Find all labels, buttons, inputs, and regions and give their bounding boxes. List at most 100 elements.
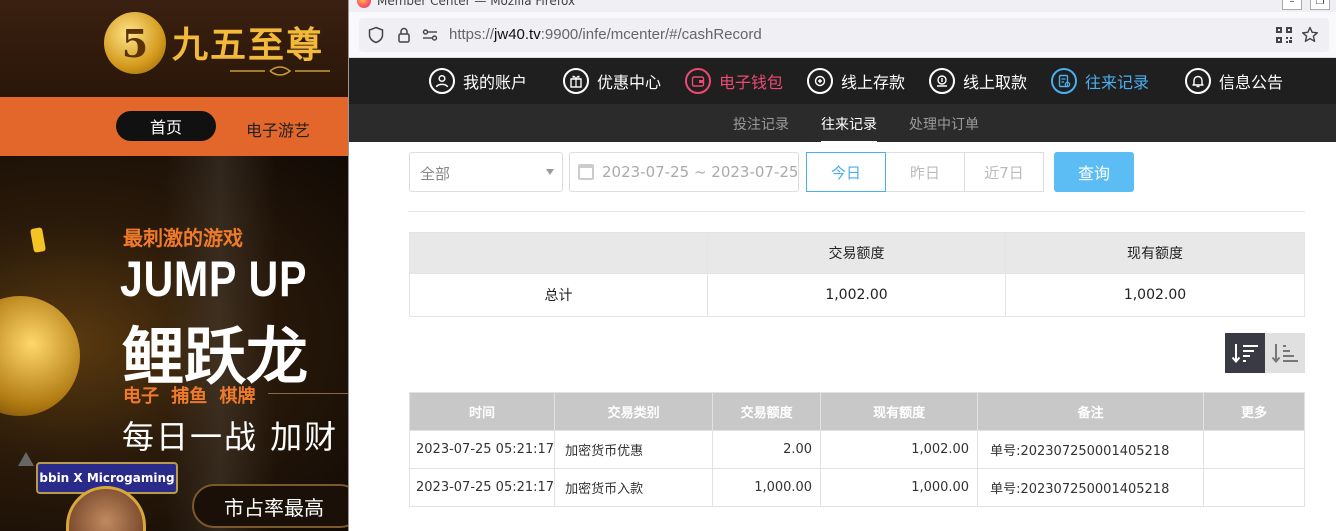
gift-icon (563, 68, 589, 94)
lock-icon[interactable] (395, 26, 413, 44)
chevron-down-icon (546, 169, 554, 175)
quick-today-button[interactable]: 今日 (806, 152, 886, 192)
quick-yesterday-button[interactable]: 昨日 (885, 152, 965, 192)
window-titlebar[interactable]: Member Center — Mozilla Firefox – ❐ (349, 0, 1336, 12)
col-header-more[interactable]: 更多 (1203, 392, 1305, 431)
cell-time: 2023-07-25 05:21:17 (408, 430, 556, 469)
cell-balance: 1,000.00 (820, 468, 979, 507)
nav-promotions[interactable]: 优惠中心 (563, 66, 661, 96)
cell-more[interactable] (1203, 468, 1305, 507)
url-text[interactable]: https://jw40.tv:9900/infe/mcenter/#/cash… (449, 26, 762, 43)
nav-online-withdraw[interactable]: 线上取款 (929, 66, 1027, 96)
records-subnav: 投注记录 往来记录 处理中订单 (349, 104, 1336, 143)
bg-logo-ornament (230, 66, 330, 76)
deposit-icon (807, 68, 833, 94)
col-header-type[interactable]: 交易类别 (554, 392, 714, 431)
quick-7days-button[interactable]: 近7日 (964, 152, 1044, 192)
banner-tag: 最刺激的游戏 (123, 226, 243, 250)
summary-total-label: 总计 (409, 273, 708, 317)
firefox-logo-icon (357, 0, 371, 8)
cell-more[interactable] (1203, 430, 1305, 469)
nav-my-account[interactable]: 我的账户 (429, 66, 527, 96)
firefox-window: Member Center — Mozilla Firefox – ❐ http… (348, 0, 1336, 531)
nav-label: 线上取款 (963, 73, 1028, 92)
banner-categories: 电子 捕鱼 棋牌 (123, 386, 256, 407)
type-select-value: 全部 (420, 165, 451, 183)
transaction-records-table: 时间 交易类别 交易额度 现有额度 备注 更多 2023-07-25 05:21… (408, 392, 1305, 507)
summary-total-amount: 1,002.00 (707, 273, 1006, 317)
summary-header-blank (409, 232, 708, 274)
bg-promo-banner[interactable]: 最刺激的游戏 JUMP UP 鲤跃龙 电子 捕鱼 棋牌 每日一战 加财 bbin… (0, 156, 348, 531)
nav-label: 信息公告 (1219, 73, 1284, 92)
sort-ascending-button[interactable] (1265, 333, 1305, 373)
cell-type: 加密货币优惠 (554, 430, 714, 469)
sort-desc-icon (1231, 344, 1258, 364)
banner-title-en: JUMP UP (120, 251, 308, 307)
cell-note: 单号:202307250001405218 (977, 468, 1205, 507)
url-prefix: https:// (449, 26, 495, 43)
date-range-input[interactable]: 2023-07-25 ~ 2023-07-25 (569, 152, 799, 192)
nav-label: 线上存款 (841, 73, 906, 92)
cell-amount: 2.00 (712, 430, 822, 469)
bg-logo-mark[interactable]: 5 (104, 12, 166, 74)
window-title: Member Center — Mozilla Firefox (377, 0, 576, 8)
maximize-button[interactable]: ❐ (1310, 0, 1330, 10)
type-select[interactable]: 全部 (409, 152, 563, 192)
banner-cta[interactable]: 市占率最高 (192, 484, 348, 528)
url-domain: jw40.tv (494, 26, 541, 43)
col-header-balance[interactable]: 现有额度 (820, 392, 979, 431)
nav-label: 往来记录 (1085, 73, 1150, 92)
tab-pending-orders[interactable]: 处理中订单 (909, 114, 979, 134)
section-divider (409, 211, 1305, 212)
col-header-note[interactable]: 备注 (977, 392, 1205, 431)
cell-amount: 1,000.00 (712, 468, 822, 507)
bg-site-nav: 首页 电子游艺 (0, 97, 348, 156)
summary-table: 交易额度 现有额度 总计 1,002.00 1,002.00 (409, 232, 1305, 317)
nav-label: 优惠中心 (597, 73, 662, 92)
table-row: 2023-07-25 05:21:17 加密货币入款 1,000.00 1,00… (408, 468, 1305, 507)
sort-descending-button[interactable] (1225, 333, 1265, 373)
nav-label: 我的账户 (463, 73, 528, 92)
cell-note: 单号:202307250001405218 (977, 430, 1205, 469)
banner-divider (268, 393, 348, 394)
url-bar[interactable]: https://jw40.tv:9900/infe/mcenter/#/cash… (359, 18, 1329, 52)
wallet-icon (685, 68, 711, 94)
url-path: :9900/infe/mcenter/#/cashRecord (540, 26, 762, 43)
col-header-time[interactable]: 时间 (408, 392, 556, 431)
slide-arrow-icon[interactable] (18, 452, 34, 466)
gold-coin-small-image (30, 227, 46, 253)
cell-balance: 1,002.00 (820, 430, 979, 469)
table-row: 2023-07-25 05:21:17 加密货币优惠 2.00 1,002.00… (408, 430, 1305, 469)
bg-logo-text[interactable]: 九五至尊 (172, 16, 324, 68)
summary-total-row: 总计 1,002.00 1,002.00 (409, 273, 1305, 317)
query-button[interactable]: 查询 (1054, 152, 1134, 192)
nav-announcements[interactable]: 信息公告 (1185, 66, 1283, 96)
bg-site-header: 5 九五至尊 (0, 0, 348, 97)
sort-asc-icon (1271, 344, 1298, 364)
summary-header-amount: 交易额度 (707, 232, 1006, 274)
nav-e-wallet[interactable]: 电子钱包 (685, 66, 783, 96)
nav-label: 电子钱包 (719, 73, 784, 92)
nav-online-deposit[interactable]: 线上存款 (807, 66, 905, 96)
records-header-row: 时间 交易类别 交易额度 现有额度 备注 更多 (408, 392, 1305, 431)
bg-nav-games[interactable]: 电子游艺 (246, 117, 310, 141)
records-icon (1051, 68, 1077, 94)
tracking-shield-icon[interactable] (367, 26, 385, 44)
permissions-icon[interactable] (421, 26, 439, 44)
nav-transaction-records[interactable]: 往来记录 (1051, 66, 1149, 96)
date-range-value: 2023-07-25 ~ 2023-07-25 (602, 163, 799, 181)
tab-bet-records[interactable]: 投注记录 (733, 114, 789, 134)
background-website: 5 九五至尊 首页 电子游艺 最刺激的游戏 JUMP UP 鲤跃龙 电子 捕鱼 … (0, 0, 348, 531)
bg-nav-home[interactable]: 首页 (116, 111, 216, 141)
bookmark-star-icon[interactable] (1301, 26, 1319, 44)
col-header-amount[interactable]: 交易额度 (712, 392, 822, 431)
cell-time: 2023-07-25 05:21:17 (408, 468, 556, 507)
banner-slogan: 每日一战 加财 (122, 418, 339, 456)
member-center-nav: 我的账户 优惠中心 电子钱包 线上存款 线上取款 往来记录 信息公告 (349, 58, 1336, 104)
bell-icon (1185, 68, 1211, 94)
summary-header-balance: 现有额度 (1005, 232, 1305, 274)
minimize-button[interactable]: – (1282, 0, 1302, 10)
tab-transaction-records[interactable]: 往来记录 (821, 114, 877, 143)
qr-code-icon[interactable] (1275, 26, 1293, 44)
summary-total-balance: 1,002.00 (1005, 273, 1305, 317)
